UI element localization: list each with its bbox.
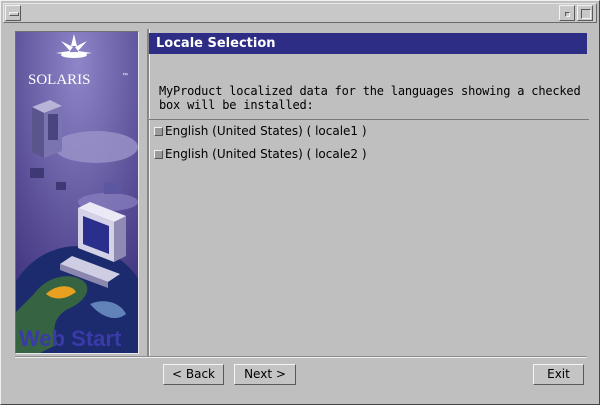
device-icon (104, 182, 122, 194)
solaris-artwork: SOLARIS ™ Web Start (16, 32, 138, 353)
locale-checkbox[interactable] (154, 126, 163, 136)
locale-list: English (United States) ( locale1 ) Engl… (149, 119, 589, 355)
locale-option[interactable]: English (United States) ( locale2 ) (154, 146, 367, 162)
locale-checkbox[interactable] (154, 149, 163, 159)
back-button[interactable]: < Back (163, 364, 224, 385)
exit-button[interactable]: Exit (533, 364, 584, 385)
locale-option[interactable]: English (United States) ( locale1 ) (154, 123, 367, 139)
minimize-icon (565, 12, 570, 17)
description-text: MyProduct localized data for the languag… (159, 84, 581, 112)
next-button[interactable]: Next > (234, 364, 296, 385)
button-separator (15, 356, 587, 358)
product-name: Web Start (19, 326, 122, 351)
main-content: Locale Selection MyProduct localized dat… (149, 31, 589, 355)
maximize-button[interactable] (577, 5, 593, 21)
maximize-icon (581, 9, 591, 19)
device-icon (30, 168, 44, 178)
sidebar-illustration: SOLARIS ™ Web Start (15, 31, 139, 354)
menu-icon (9, 12, 19, 16)
window-menu-button[interactable] (5, 5, 21, 21)
title-bar[interactable] (3, 3, 597, 23)
brand-text: SOLARIS (28, 72, 91, 88)
locale-label: English (United States) ( locale1 ) (165, 124, 367, 138)
platform-disc (54, 131, 138, 163)
minimize-button[interactable] (559, 5, 575, 21)
installer-window: SOLARIS ™ Web Start Locale Selection MyP… (0, 0, 600, 405)
locale-label: English (United States) ( locale2 ) (165, 147, 367, 161)
device-icon (56, 182, 66, 190)
server-icon (32, 100, 62, 158)
brand-trademark: ™ (122, 72, 128, 79)
section-title: Locale Selection (149, 33, 587, 54)
